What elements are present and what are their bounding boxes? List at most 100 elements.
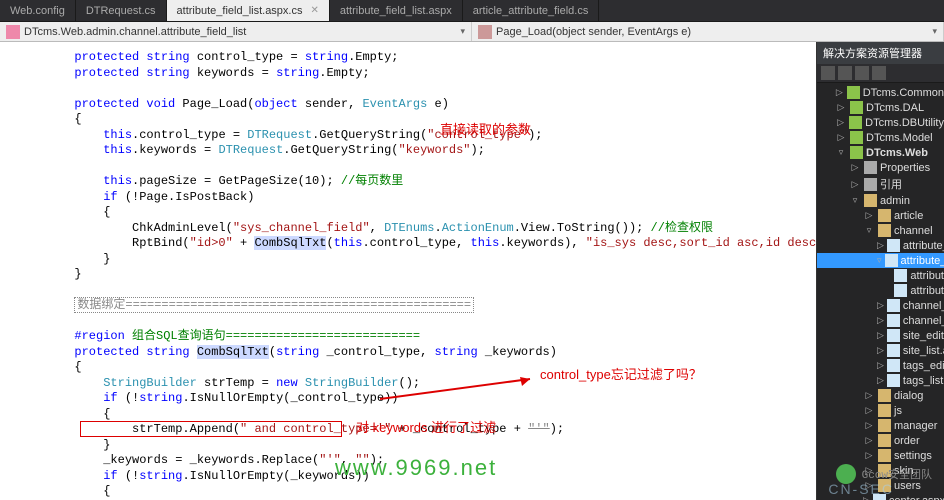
tree-node[interactable]: ▷article — [817, 208, 944, 223]
node-label: 引用 — [880, 176, 902, 192]
twist-icon[interactable]: ▷ — [849, 162, 861, 173]
solution-tree[interactable]: ▷DTcms.Common▷DTcms.DAL▷DTcms.DBUtility▷… — [817, 83, 944, 500]
node-icon — [850, 146, 863, 159]
node-icon — [878, 449, 891, 462]
node-label: Properties — [880, 162, 930, 174]
twist-icon[interactable]: ▷ — [877, 315, 884, 326]
twist-icon[interactable]: ▿ — [877, 255, 882, 266]
node-label: DTcms.DBUtility — [865, 117, 944, 129]
tree-node[interactable]: ▷ channel_li — [817, 313, 944, 328]
tree-node[interactable]: ▷DTcms.Common — [817, 85, 944, 100]
node-icon — [894, 284, 907, 297]
tab-attribute-field-list-cs[interactable]: attribute_field_list.aspx.cs✕ — [167, 0, 330, 21]
node-label: settings — [894, 450, 932, 462]
node-icon — [887, 314, 900, 327]
node-label: order — [894, 435, 920, 447]
node-label: DTcms.Model — [866, 132, 933, 144]
tree-node[interactable]: ▷attribute_fi — [817, 238, 944, 253]
class-icon — [6, 25, 20, 39]
tree-node[interactable]: ▿ admin — [817, 193, 944, 208]
arrow-icon — [380, 374, 540, 404]
node-label: DTcms.DAL — [866, 102, 924, 114]
tree-node[interactable]: ▷ 引用 — [817, 175, 944, 193]
twist-icon[interactable]: ▷ — [863, 210, 875, 221]
twist-icon[interactable]: ▷ — [863, 420, 875, 431]
node-icon — [878, 224, 891, 237]
tree-node[interactable]: ▿ DTcms.Web — [817, 145, 944, 160]
tree-node[interactable]: ▷ dialog — [817, 388, 944, 403]
tree-node[interactable]: ▷manager — [817, 418, 944, 433]
node-icon — [878, 389, 891, 402]
twist-icon[interactable]: ▷ — [835, 117, 846, 128]
node-icon — [887, 374, 900, 387]
tree-node[interactable]: ▷ DTcms.DBUtility — [817, 115, 944, 130]
solution-explorer-title: 解决方案资源管理器 — [817, 42, 944, 64]
node-icon — [850, 101, 863, 114]
code-editor[interactable]: protected string control_type = string.E… — [0, 42, 816, 500]
tab-article-attribute-field[interactable]: article_attribute_field.cs — [463, 0, 600, 21]
twist-icon[interactable]: ▷ — [863, 450, 875, 461]
tree-node[interactable]: ▷ js — [817, 403, 944, 418]
tree-node[interactable]: ▿attribute_fi — [817, 253, 944, 268]
tree-node[interactable]: ▿channel — [817, 223, 944, 238]
tool-icon[interactable] — [838, 66, 852, 80]
twist-icon[interactable]: ▷ — [835, 132, 847, 143]
node-label: tags_edit.a — [903, 360, 944, 372]
twist-icon[interactable]: ▷ — [863, 405, 875, 416]
twist-icon[interactable]: ▷ — [863, 435, 875, 446]
node-label: DTcms.Web — [866, 147, 928, 159]
twist-icon[interactable]: ▷ — [877, 330, 884, 341]
tool-icon[interactable] — [872, 66, 886, 80]
tab-webconfig[interactable]: Web.config — [0, 0, 76, 21]
twist-icon[interactable]: ▿ — [835, 147, 847, 158]
twist-icon[interactable]: ▷ — [835, 102, 847, 113]
tree-node[interactable]: ▷channel_ec — [817, 298, 944, 313]
tree-node[interactable]: ▷ DTcms.DAL — [817, 100, 944, 115]
tree-node[interactable]: ▷ site_edit.as — [817, 328, 944, 343]
twist-icon[interactable]: ▷ — [877, 240, 884, 251]
tree-node[interactable]: ▷site_list.asp — [817, 343, 944, 358]
node-label: attribut — [910, 285, 944, 297]
twist-icon[interactable]: ▷ — [877, 345, 884, 356]
node-label: js — [894, 405, 902, 417]
node-icon — [885, 254, 898, 267]
nav-class-dropdown[interactable]: DTcms.Web.admin.channel.attribute_field_… — [0, 22, 472, 41]
node-icon — [894, 269, 907, 282]
tree-node[interactable]: ▷ order — [817, 433, 944, 448]
collapsed-region[interactable]: 数据绑定====================================… — [74, 297, 474, 313]
tree-node[interactable]: attribut — [817, 268, 944, 283]
tree-node[interactable]: ▷ Properties — [817, 160, 944, 175]
twist-icon[interactable]: ▷ — [863, 390, 875, 401]
tab-dtrequest[interactable]: DTRequest.cs — [76, 0, 167, 21]
node-label: channel_li — [903, 315, 944, 327]
node-label: dialog — [894, 390, 923, 402]
tree-node[interactable]: ▷ tags_edit.a — [817, 358, 944, 373]
tool-icon[interactable] — [855, 66, 869, 80]
node-icon — [878, 404, 891, 417]
twist-icon[interactable]: ▷ — [849, 179, 861, 190]
solution-explorer-toolbar — [817, 64, 944, 83]
tree-node[interactable]: ▷ DTcms.Model — [817, 130, 944, 145]
annotation-2: control_type忘记过滤了吗？ — [540, 367, 702, 383]
close-icon[interactable]: ✕ — [310, 5, 318, 16]
tool-icon[interactable] — [821, 66, 835, 80]
twist-icon[interactable]: ▿ — [849, 195, 861, 206]
twist-icon[interactable]: ▿ — [863, 225, 875, 236]
node-icon — [887, 239, 900, 252]
node-label: site_edit.as — [903, 330, 944, 342]
tab-attribute-field-list-aspx[interactable]: attribute_field_list.aspx — [330, 0, 463, 21]
tree-node[interactable]: attribut — [817, 283, 944, 298]
twist-icon[interactable]: ▷ — [877, 300, 884, 311]
tab-bar: Web.config DTRequest.cs attribute_field_… — [0, 0, 944, 22]
node-icon — [864, 178, 877, 191]
nav-method-dropdown[interactable]: Page_Load(object sender, EventArgs e)▾ — [472, 22, 944, 41]
node-icon — [864, 161, 877, 174]
twist-icon[interactable]: ▷ — [877, 360, 884, 371]
method-icon — [478, 25, 492, 39]
tree-node[interactable]: ▷tags_list.as — [817, 373, 944, 388]
annotation-1: 直接读取的参数 — [440, 122, 531, 138]
node-label: admin — [880, 195, 910, 207]
tree-node[interactable]: ▷ settings — [817, 448, 944, 463]
twist-icon[interactable]: ▷ — [877, 375, 884, 386]
twist-icon[interactable]: ▷ — [835, 87, 844, 98]
